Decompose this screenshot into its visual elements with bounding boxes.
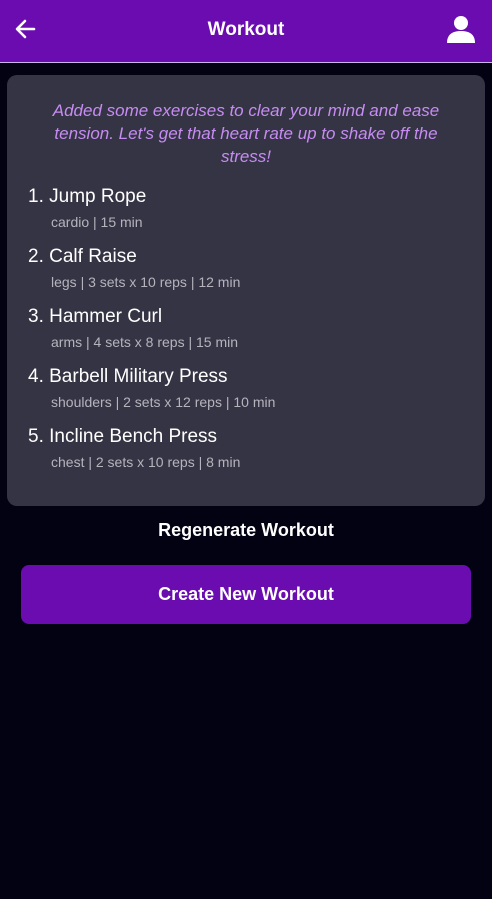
exercise-item: 1. Jump Rope cardio | 15 min — [28, 185, 468, 245]
exercise-name: 3. Hammer Curl — [28, 306, 163, 327]
regenerate-workout-button[interactable]: Regenerate Workout — [0, 520, 492, 541]
exercise-name: 5. Incline Bench Press — [28, 426, 218, 447]
create-new-workout-label: Create New Workout — [158, 584, 334, 604]
exercise-item: 5. Incline Bench Press chest | 2 sets x … — [28, 425, 468, 485]
exercise-item: 4. Barbell Military Press shoulders | 2 … — [28, 365, 468, 425]
exercise-details: chest | 2 sets x 10 reps | 8 min — [51, 454, 241, 470]
exercise-details: cardio | 15 min — [51, 214, 143, 230]
exercise-item: 3. Hammer Curl arms | 4 sets x 8 reps | … — [28, 305, 468, 365]
exercise-name: 4. Barbell Military Press — [28, 366, 228, 387]
exercise-details: legs | 3 sets x 10 reps | 12 min — [51, 274, 241, 290]
exercise-details: arms | 4 sets x 8 reps | 15 min — [51, 334, 239, 350]
exercise-details: shoulders | 2 sets x 12 reps | 10 min — [51, 394, 276, 410]
exercise-name: 1. Jump Rope — [28, 186, 147, 207]
exercise-list: 1. Jump Rope cardio | 15 min 2. Calf Rai… — [28, 185, 468, 485]
app-header: Workout — [0, 0, 492, 63]
workout-intro: Added some exercises to clear your mind … — [52, 101, 440, 166]
page-title: Workout — [207, 19, 285, 40]
create-new-workout-button[interactable]: Create New Workout — [21, 565, 471, 624]
profile-button[interactable] — [446, 14, 476, 44]
workout-card: Added some exercises to clear your mind … — [7, 75, 485, 506]
exercise-name: 2. Calf Raise — [28, 246, 137, 267]
exercise-item: 2. Calf Raise legs | 3 sets x 10 reps | … — [28, 245, 468, 305]
user-icon — [447, 16, 475, 43]
